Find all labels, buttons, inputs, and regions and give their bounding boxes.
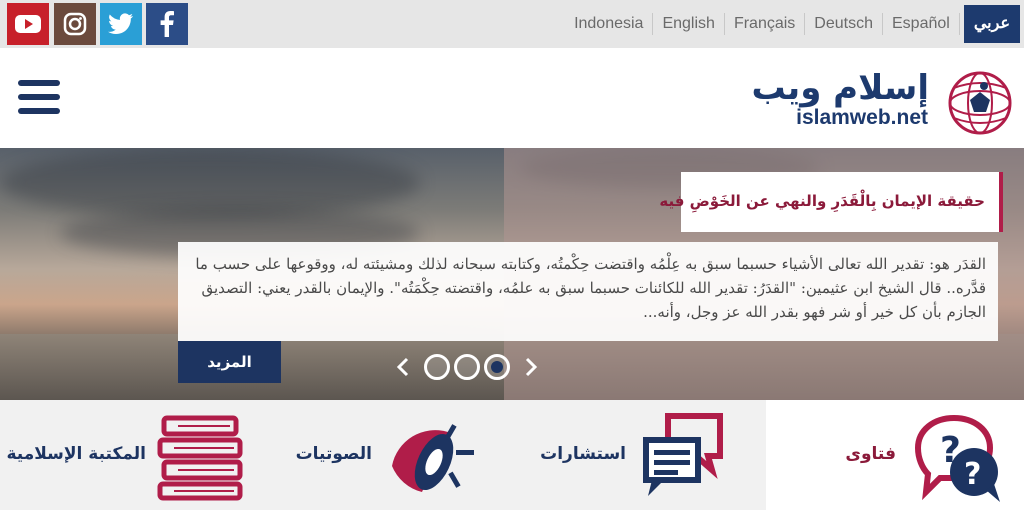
- facebook-icon[interactable]: [146, 3, 188, 45]
- lang-indonesia[interactable]: Indonesia: [565, 13, 654, 35]
- lang-german[interactable]: Deutsch: [805, 13, 883, 35]
- slider-dot-2[interactable]: [454, 354, 480, 380]
- nav-library-label: المكتبة الإسلامية: [6, 444, 147, 464]
- logo-latin[interactable]: islamweb.net: [796, 106, 928, 130]
- megaphone-icon: [392, 424, 474, 492]
- chat-bubbles-icon: [643, 413, 723, 496]
- nav-sawtiyat-label: الصوتيات: [295, 444, 372, 464]
- youtube-icon[interactable]: [7, 3, 49, 45]
- lang-english[interactable]: English: [653, 13, 725, 35]
- lang-french[interactable]: Français: [725, 13, 806, 35]
- sections-nav: فتاوى ? ? استشارات الصوتيات المكتبة الإس…: [0, 400, 1024, 510]
- nav-sawtiyat[interactable]: الصوتيات: [256, 400, 512, 510]
- slide-title[interactable]: حقيقة الإيمان بِالْقَدَرِ والنهي عن الخَ…: [659, 192, 985, 210]
- chevron-left-icon[interactable]: [396, 357, 410, 377]
- slider-dot-3-active[interactable]: [484, 354, 510, 380]
- svg-text:?: ?: [964, 457, 981, 492]
- lang-spanish[interactable]: Español: [883, 13, 960, 35]
- slide-excerpt: القدَر هو: تقدير الله تعالى الأشياء حسبم…: [195, 255, 986, 321]
- slider-pager: [396, 352, 546, 382]
- instagram-icon[interactable]: [54, 3, 96, 45]
- books-icon: [157, 415, 243, 501]
- questions-icon: ? ?: [914, 414, 1000, 502]
- slider-dot-1[interactable]: [424, 354, 450, 380]
- logo-arabic[interactable]: إسلام ويب: [751, 68, 929, 108]
- read-more-button[interactable]: المزيد: [178, 341, 281, 383]
- nav-istisharat[interactable]: استشارات: [512, 400, 766, 510]
- lang-arabic[interactable]: عربي: [963, 5, 1020, 43]
- menu-icon[interactable]: [18, 80, 62, 116]
- nav-fatawa-label: فتاوى: [845, 444, 896, 464]
- chevron-right-icon[interactable]: [524, 357, 538, 377]
- nav-fatawa[interactable]: فتاوى ? ?: [766, 400, 1024, 510]
- site-header: إسلام ويب islamweb.net: [0, 48, 1024, 148]
- hero-slider: حقيقة الإيمان بِالْقَدَرِ والنهي عن الخَ…: [0, 148, 1024, 400]
- twitter-icon[interactable]: [100, 3, 142, 45]
- top-bar: Indonesia English Français Deutsch Españ…: [0, 0, 1024, 48]
- slide-excerpt-card: القدَر هو: تقدير الله تعالى الأشياء حسبم…: [178, 242, 998, 341]
- nav-library[interactable]: المكتبة الإسلامية: [0, 400, 256, 510]
- language-switcher: Indonesia English Français Deutsch Españ…: [565, 5, 1020, 43]
- logo-globe-icon[interactable]: [940, 70, 1020, 136]
- slide-title-card[interactable]: حقيقة الإيمان بِالْقَدَرِ والنهي عن الخَ…: [659, 172, 1003, 232]
- nav-istisharat-label: استشارات: [540, 444, 626, 464]
